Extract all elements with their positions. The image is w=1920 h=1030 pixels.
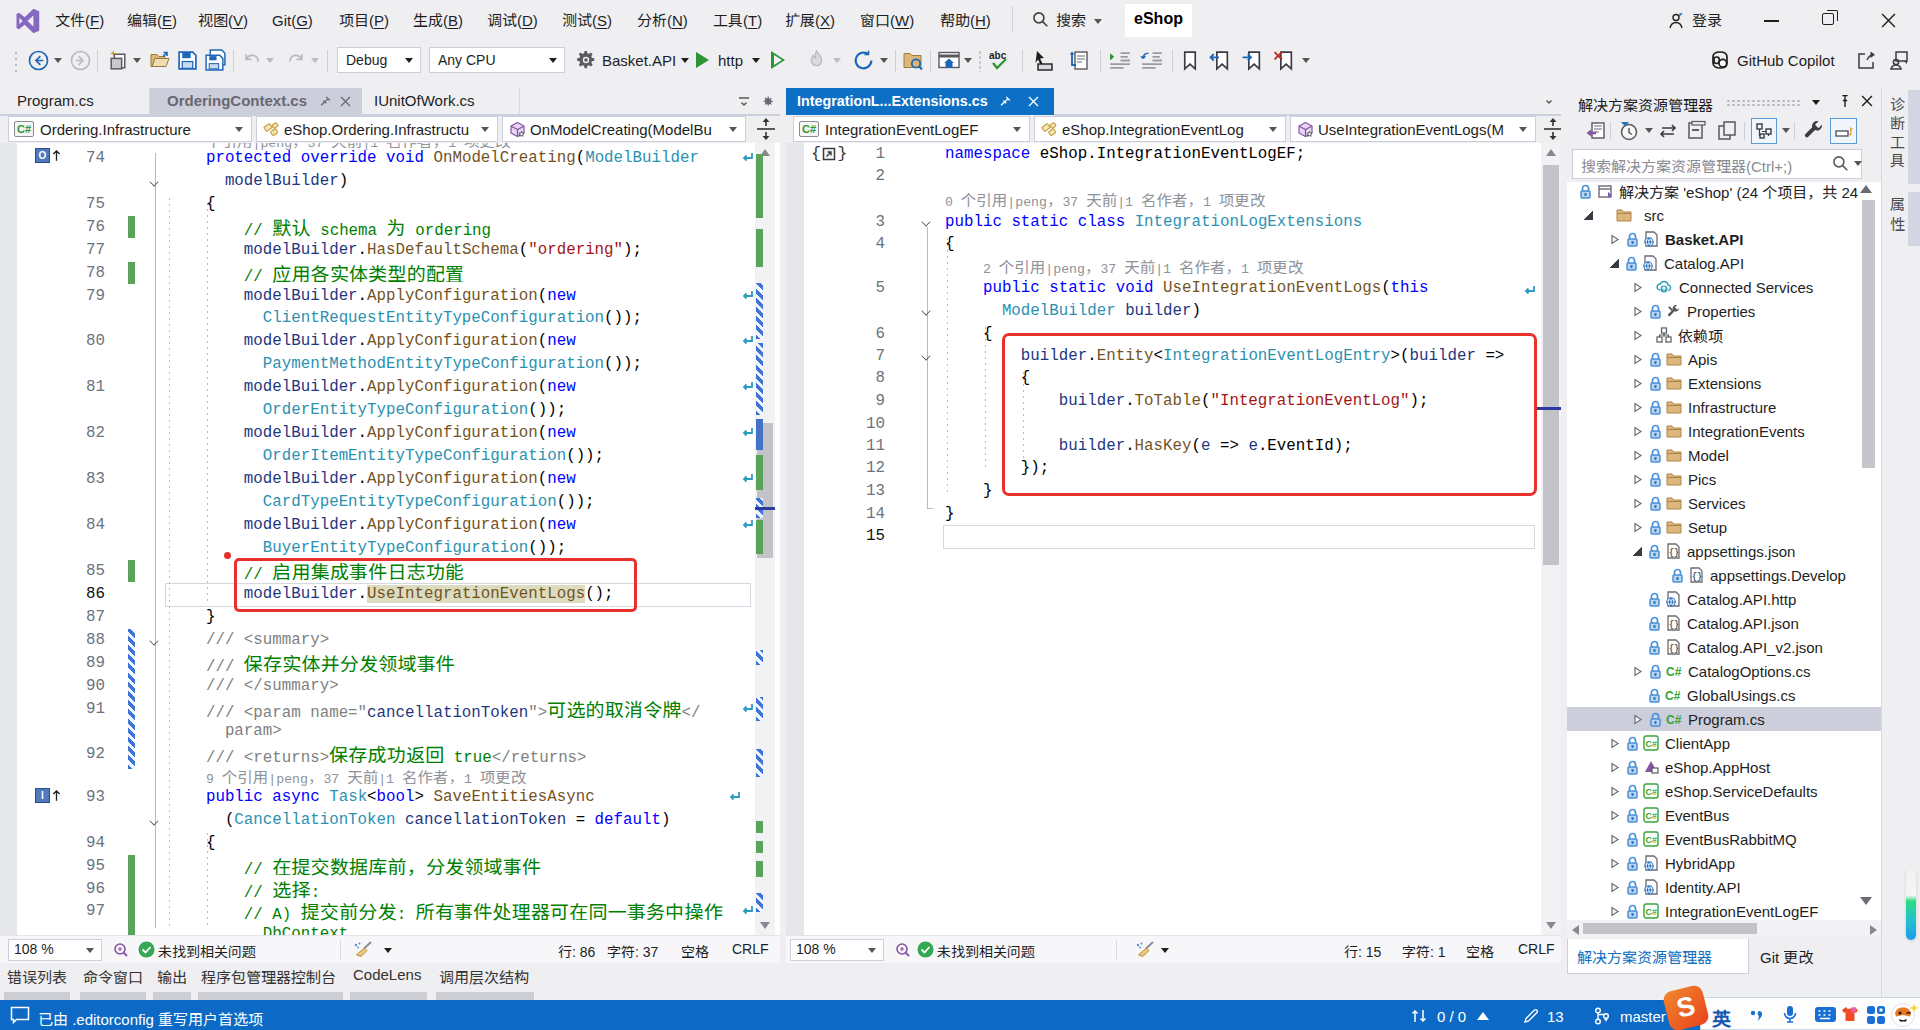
svg-text:abc: abc [989,50,1007,61]
